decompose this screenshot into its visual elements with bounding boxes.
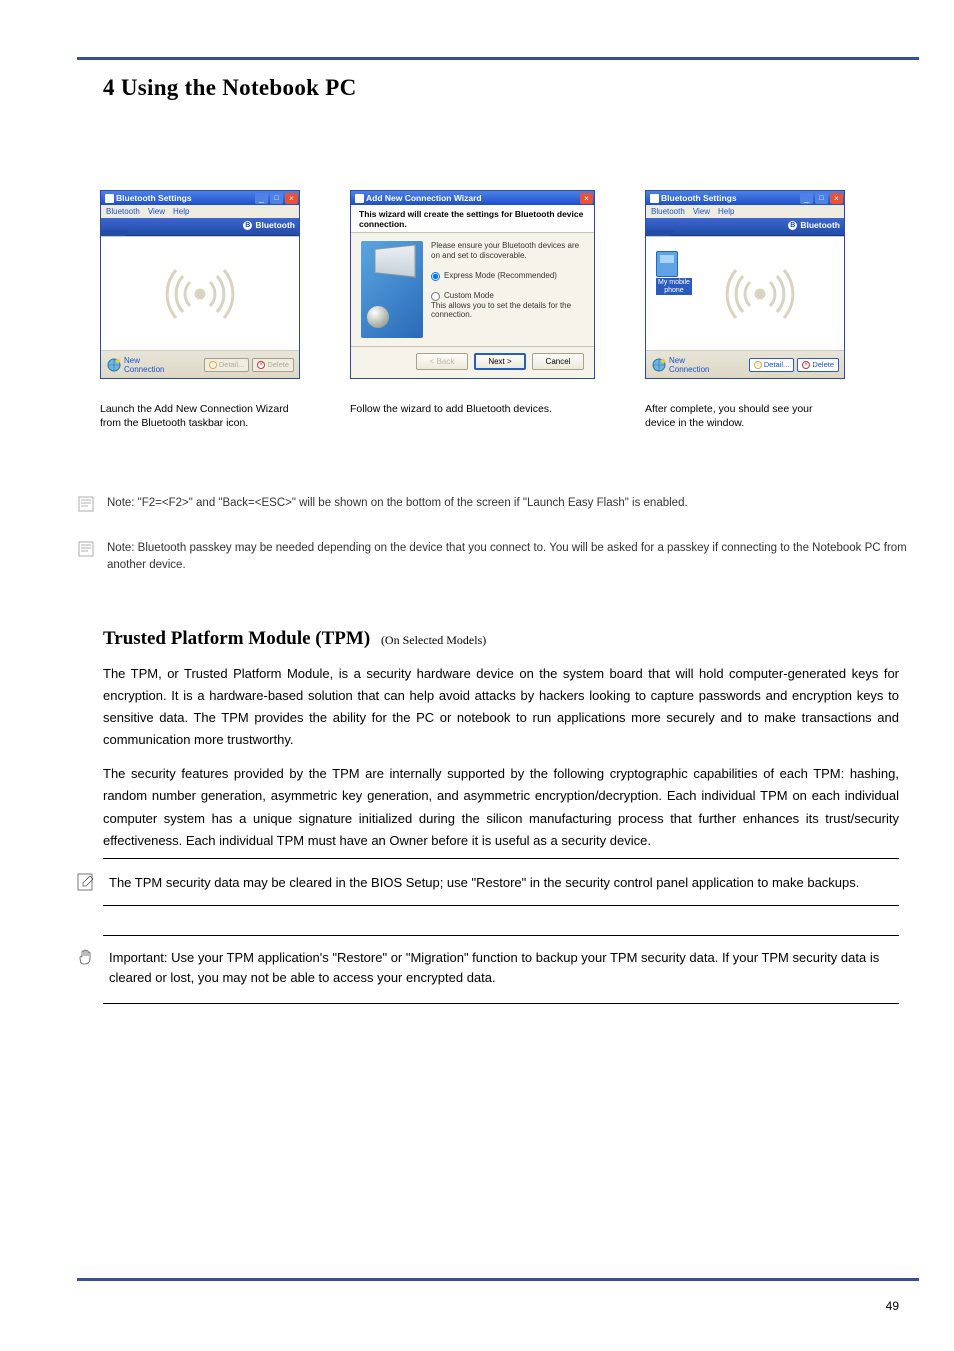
menu-bluetooth[interactable]: Bluetooth — [651, 207, 685, 216]
wizard-illustration — [361, 241, 423, 338]
wizard-headline: This wizard will create the settings for… — [359, 209, 586, 229]
phone-icon — [656, 251, 678, 277]
note-icon — [77, 495, 95, 513]
brand-banner: BBluetooth — [101, 218, 299, 236]
app-icon — [105, 194, 114, 203]
bottom-toolbar: New Connection iDetail... ×Delete — [101, 351, 299, 378]
wizard-header: This wizard will create the settings for… — [351, 205, 594, 233]
menu-bluetooth[interactable]: Bluetooth — [106, 207, 140, 216]
screenshot-bluetooth-settings-paired: Bluetooth Settings _ □ × Bluetooth View … — [645, 190, 845, 379]
window-title: Bluetooth Settings — [116, 193, 253, 203]
titlebar: Bluetooth Settings _ □ × — [646, 191, 844, 205]
footer-rule — [77, 1278, 919, 1281]
note-passkey: Note: Bluetooth passkey may be needed de… — [77, 540, 919, 573]
menu-bar: Bluetooth View Help — [646, 205, 844, 218]
radio-input[interactable] — [431, 272, 440, 281]
new-connection-button[interactable]: New Connection — [651, 356, 709, 374]
delete-icon: × — [802, 361, 810, 369]
models-label: (On Selected Models) — [381, 633, 486, 647]
brand-banner: BBluetooth — [646, 218, 844, 236]
tpm-paragraph-2: The security features provided by the TP… — [103, 763, 899, 851]
custom-mode-sublabel: This allows you to set the details for t… — [431, 301, 584, 319]
delete-button[interactable]: ×Delete — [797, 358, 839, 372]
caption-2: Follow the wizard to add Bluetooth devic… — [350, 402, 595, 430]
note-icon — [77, 540, 95, 558]
radio-waves-icon — [155, 264, 245, 324]
close-icon[interactable]: × — [830, 193, 843, 204]
globe-wizard-icon — [651, 357, 667, 373]
tpm-body: The TPM, or Trusted Platform Module, is … — [103, 663, 899, 864]
new-connection-label: New Connection — [669, 356, 709, 374]
bottom-toolbar: New Connection iDetail... ×Delete — [646, 351, 844, 378]
header-rule — [77, 57, 919, 60]
minimize-icon[interactable]: _ — [800, 193, 813, 204]
tip-important: Important: Use your TPM application's "R… — [77, 948, 899, 988]
menu-view[interactable]: View — [148, 207, 165, 216]
device-label: My mobile phone — [656, 278, 692, 295]
section-heading: 4 Using the Notebook PC — [103, 75, 357, 101]
app-icon — [355, 194, 364, 203]
menu-bar: Bluetooth View Help — [101, 205, 299, 218]
caption-3: After complete, you should see your devi… — [645, 402, 845, 430]
menu-help[interactable]: Help — [173, 207, 189, 216]
cancel-button[interactable]: Cancel — [532, 353, 584, 370]
app-icon — [650, 194, 659, 203]
titlebar: Add New Connection Wizard × — [351, 191, 594, 205]
menu-help[interactable]: Help — [718, 207, 734, 216]
window-title: Add New Connection Wizard — [366, 193, 578, 203]
info-icon: i — [209, 361, 217, 369]
wizard-footer: < Back Next > Cancel — [351, 346, 594, 376]
hand-stop-icon — [77, 948, 95, 966]
express-mode-radio[interactable]: Express Mode (Recommended) — [431, 271, 584, 281]
paired-device-icon[interactable]: My mobile phone — [656, 251, 692, 295]
screenshot-bluetooth-settings-empty: Bluetooth Settings _ □ × Bluetooth View … — [100, 190, 300, 379]
screenshot-add-connection-wizard: Add New Connection Wizard × This wizard … — [350, 190, 595, 379]
new-connection-button[interactable]: New Connection — [106, 356, 164, 374]
device-canvas: My mobile phone — [646, 236, 844, 351]
divider — [103, 1003, 899, 1004]
screenshot-row: Bluetooth Settings _ □ × Bluetooth View … — [100, 190, 919, 379]
divider — [103, 905, 899, 906]
tpm-heading: Trusted Platform Module (TPM) (On Select… — [103, 628, 486, 650]
radio-waves-icon — [715, 264, 805, 324]
info-icon: i — [754, 361, 762, 369]
detail-button: iDetail... — [204, 358, 249, 372]
close-icon[interactable]: × — [580, 193, 593, 204]
divider — [103, 858, 899, 859]
caption-1: Launch the Add New Connection Wizard fro… — [100, 402, 300, 430]
bluetooth-icon: B — [788, 221, 797, 230]
titlebar: Bluetooth Settings _ □ × — [101, 191, 299, 205]
wizard-hint: Please ensure your Bluetooth devices are… — [431, 241, 584, 261]
globe-wizard-icon — [106, 357, 122, 373]
maximize-icon[interactable]: □ — [270, 193, 283, 204]
minimize-icon[interactable]: _ — [255, 193, 268, 204]
back-button: < Back — [416, 353, 468, 370]
custom-mode-radio[interactable]: Custom Mode — [431, 291, 584, 301]
menu-view[interactable]: View — [693, 207, 710, 216]
page-number: 49 — [886, 1299, 899, 1313]
radio-input[interactable] — [431, 292, 440, 301]
pencil-note-icon — [77, 873, 95, 891]
tip-backup: The TPM security data may be cleared in … — [77, 873, 899, 893]
tpm-paragraph-1: The TPM, or Trusted Platform Module, is … — [103, 663, 899, 751]
close-icon[interactable]: × — [285, 193, 298, 204]
delete-button: ×Delete — [252, 358, 294, 372]
note-easy-flash: Note: "F2=<F2>" and "Back=<ESC>" will be… — [77, 495, 919, 513]
brand-label: Bluetooth — [800, 220, 840, 230]
new-connection-label: New Connection — [124, 356, 164, 374]
brand-label: Bluetooth — [255, 220, 295, 230]
window-title: Bluetooth Settings — [661, 193, 798, 203]
maximize-icon[interactable]: □ — [815, 193, 828, 204]
delete-icon: × — [257, 361, 265, 369]
next-button[interactable]: Next > — [474, 353, 526, 370]
device-canvas — [101, 236, 299, 351]
bluetooth-icon: B — [243, 221, 252, 230]
divider — [103, 935, 899, 936]
detail-button[interactable]: iDetail... — [749, 358, 794, 372]
